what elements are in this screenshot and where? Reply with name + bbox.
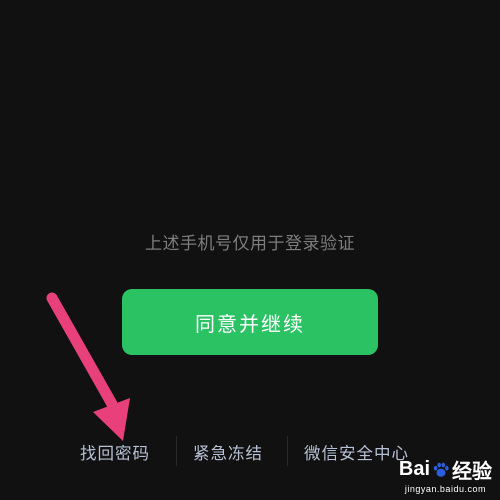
link-divider: [287, 436, 288, 466]
emergency-freeze-link[interactable]: 紧急冻结: [193, 440, 263, 464]
watermark-site: jingyan.baidu.com: [404, 484, 486, 494]
agree-continue-button[interactable]: 同意并继续: [122, 289, 378, 355]
watermark-brand-left: Bai: [398, 458, 430, 480]
find-password-link[interactable]: 找回密码: [80, 440, 150, 464]
link-divider: [176, 436, 177, 466]
baidu-jingyan-watermark: Bai 经验 jingyan.baidu.com: [399, 455, 492, 494]
wechat-security-center-link[interactable]: 微信安全中心: [304, 440, 409, 464]
baidu-paw-icon: [433, 462, 449, 477]
watermark-brand-right: 经验: [452, 461, 492, 483]
phone-usage-hint: 上述手机号仅用于登录验证: [145, 234, 355, 254]
